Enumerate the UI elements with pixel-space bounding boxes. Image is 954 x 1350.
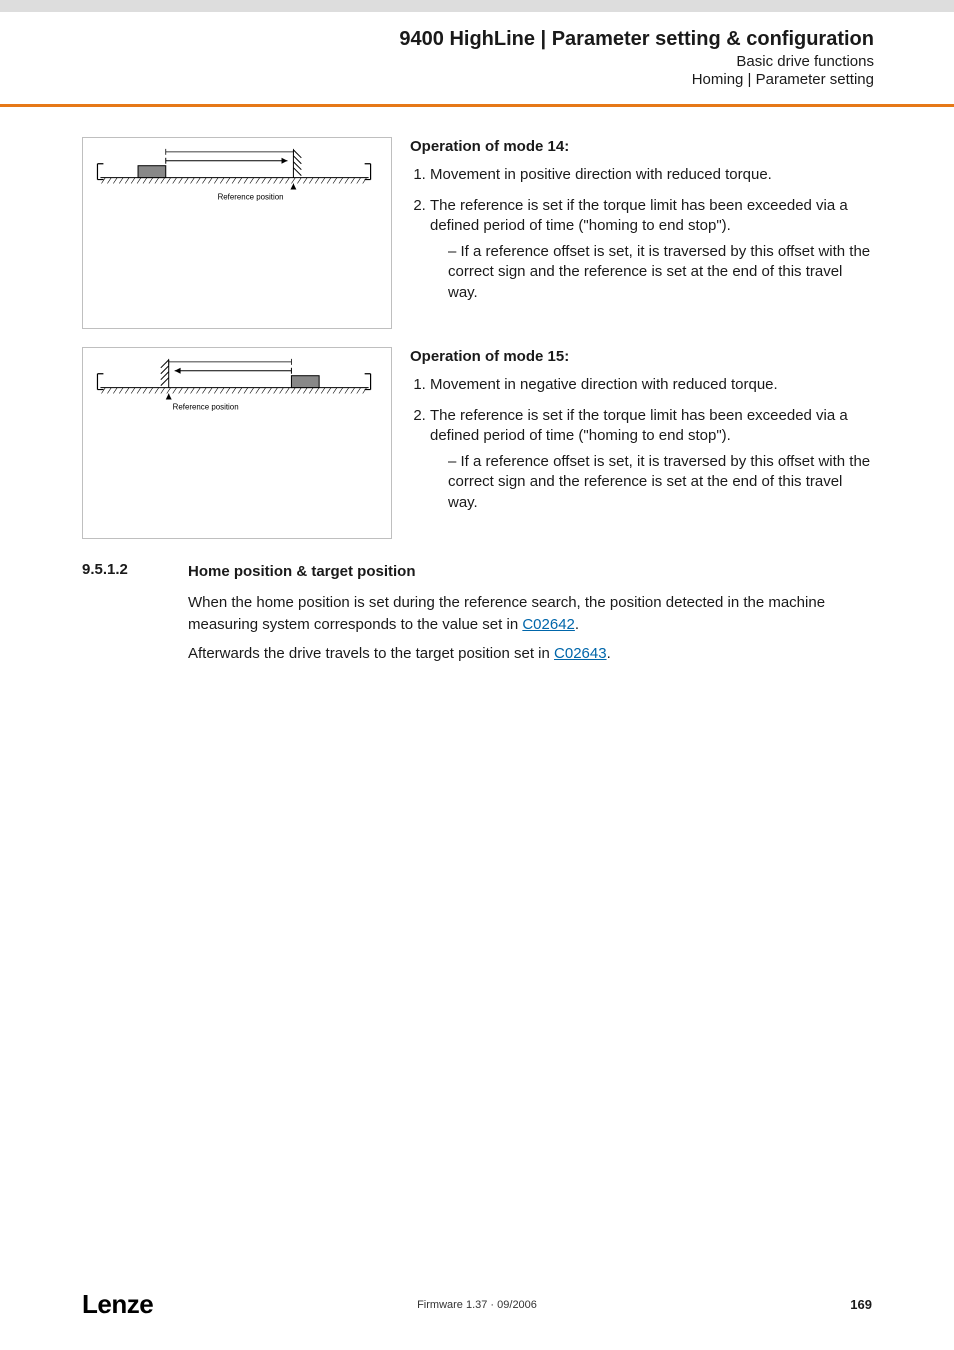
mode15-description: Operation of mode 15: Movement in negati… <box>410 347 872 539</box>
lenze-logo: Lenze <box>82 1289 153 1320</box>
mode15-sub: If a reference offset is set, it is trav… <box>448 452 872 513</box>
header-sub1: Basic drive functions <box>80 53 874 70</box>
header-title: 9400 HighLine | Parameter setting & conf… <box>80 28 874 51</box>
section-9-5-1-2: 9.5.1.2 Home position & target position … <box>82 561 872 672</box>
page-header: 9400 HighLine | Parameter setting & conf… <box>0 12 954 94</box>
header-sub2: Homing | Parameter setting <box>80 71 874 88</box>
content-area: Reference position Operation of mode 14:… <box>0 107 954 672</box>
mode14-description: Operation of mode 14: Movement in positi… <box>410 137 872 329</box>
mode15-step2: The reference is set if the torque limit… <box>430 406 872 513</box>
top-grey-bar <box>0 0 954 12</box>
page-footer: Lenze Firmware 1.37 · 09/2006 169 <box>0 1289 954 1320</box>
page-number: 169 <box>850 1297 872 1312</box>
mode15-step1: Movement in negative direction with redu… <box>430 375 872 395</box>
section-p1: When the home position is set during the… <box>188 592 872 635</box>
section-p2: Afterwards the drive travels to the targ… <box>188 643 872 664</box>
mode15-figure: Reference position <box>82 347 392 539</box>
mode15-row: Reference position Operation of mode 15:… <box>82 347 872 539</box>
mode14-step2: The reference is set if the torque limit… <box>430 196 872 303</box>
link-c02642[interactable]: C02642 <box>522 616 575 633</box>
section-number: 9.5.1.2 <box>82 561 188 672</box>
section-heading: Home position & target position <box>188 561 872 582</box>
mode15-title: Operation of mode 15: <box>410 347 872 367</box>
firmware-text: Firmware 1.37 · 09/2006 <box>417 1299 537 1311</box>
mode14-step1: Movement in positive direction with redu… <box>430 165 872 185</box>
mode14-title: Operation of mode 14: <box>410 137 872 157</box>
mode14-sub: If a reference offset is set, it is trav… <box>448 242 872 303</box>
mode14-figure: Reference position <box>82 137 392 329</box>
refpos-label-15: Reference position <box>173 402 239 411</box>
refpos-label-14: Reference position <box>218 192 284 201</box>
link-c02643[interactable]: C02643 <box>554 645 607 662</box>
mode14-row: Reference position Operation of mode 14:… <box>82 137 872 329</box>
